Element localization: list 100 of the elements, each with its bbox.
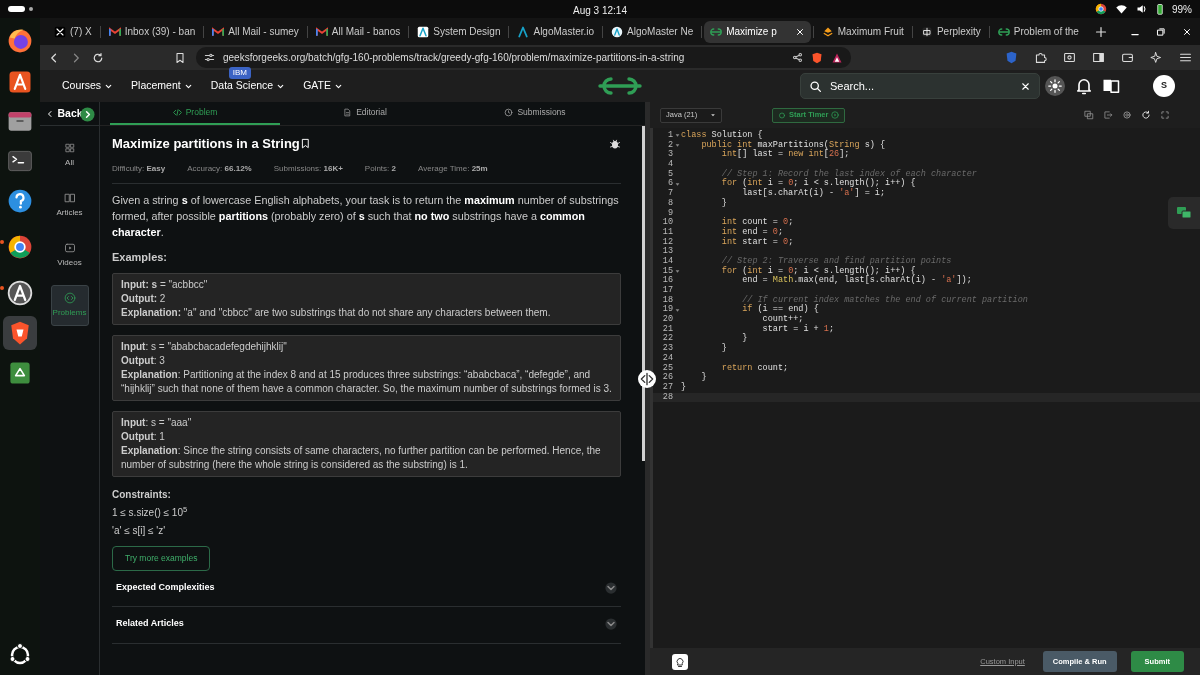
reload-icon[interactable] xyxy=(92,51,104,64)
browser-tab[interactable]: Problem of the xyxy=(991,20,1085,43)
chevron-down-icon xyxy=(605,581,617,594)
search-field[interactable]: Search... xyxy=(828,76,1014,96)
shield-icon[interactable] xyxy=(3,316,37,350)
line-number: 16 xyxy=(661,276,673,286)
wallet-icon[interactable] xyxy=(1121,51,1134,64)
scrollbar[interactable] xyxy=(642,126,645,461)
browser-tab[interactable]: Inbox (39) - ban xyxy=(102,20,202,43)
code-line: if (i == end) { xyxy=(741,305,819,315)
site-icon xyxy=(54,25,66,38)
sidebar-icon[interactable] xyxy=(1092,51,1105,64)
tune-icon[interactable] xyxy=(204,52,215,63)
nav-menu[interactable]: GATE xyxy=(303,78,343,94)
new-tab-icon[interactable] xyxy=(1094,25,1107,38)
search-box[interactable]: Search... xyxy=(800,73,1040,99)
browser-tab[interactable]: AlgoMaster.io xyxy=(511,20,601,43)
browser-tab[interactable]: All Mail - banos xyxy=(309,20,407,43)
line-number: 7 xyxy=(666,189,673,199)
bookmark-icon[interactable] xyxy=(299,138,311,150)
accordion-toggle[interactable]: Related Articles xyxy=(112,607,621,644)
hint-icon[interactable] xyxy=(672,653,688,670)
browser-tab[interactable]: Maximum Fruit xyxy=(815,20,910,43)
fold-icon[interactable] xyxy=(674,133,680,139)
tab[interactable]: Editorial xyxy=(280,102,450,125)
launcher-icon[interactable] xyxy=(8,643,32,667)
clock-text[interactable]: Aug 3 12:14 xyxy=(573,3,627,18)
extensions-icon[interactable] xyxy=(1034,51,1047,64)
bookmark-icon[interactable] xyxy=(174,51,186,64)
close-icon[interactable] xyxy=(1182,26,1192,37)
tab[interactable]: Submissions xyxy=(450,102,620,125)
screenshot-icon[interactable] xyxy=(1063,51,1076,64)
workspace-indicator[interactable] xyxy=(8,5,34,13)
sparkle-icon[interactable] xyxy=(1150,51,1163,64)
browser-tab[interactable]: Perplexity xyxy=(914,20,987,43)
logo-icon[interactable] xyxy=(598,76,642,96)
browser-tab[interactable]: Maximize p xyxy=(704,20,811,43)
site-icon xyxy=(920,25,933,38)
browser-tab[interactable]: AlgoMaster Ne xyxy=(605,20,700,43)
sidebar-item[interactable]: Articles xyxy=(50,185,89,226)
clock-icon xyxy=(504,108,514,117)
copy-icon[interactable] xyxy=(1084,110,1094,120)
share-icon[interactable] xyxy=(792,52,803,63)
avatar[interactable]: S xyxy=(1153,75,1175,97)
address-bar[interactable]: geeksforgeeks.org/batch/gfg-160-problems/track/greedy-gfg-160/problem/maximize-partitions-in-a-string xyxy=(196,47,851,68)
line-number: 1 xyxy=(666,131,673,141)
nav-menu[interactable]: Placement xyxy=(131,78,193,94)
book-icon xyxy=(63,192,76,204)
example-text: Input: s = "acbbcc" xyxy=(121,278,209,292)
section-heading: Constraints: xyxy=(112,488,172,502)
stat-text: Difficulty: Easy xyxy=(112,162,166,175)
battery-text: 99% xyxy=(1172,2,1192,17)
site-icon xyxy=(417,25,430,38)
resize-handle-icon[interactable] xyxy=(638,370,656,388)
code-line: int end = 0; xyxy=(720,227,784,237)
fold-icon[interactable] xyxy=(674,143,680,149)
line-number: 10 xyxy=(661,218,673,228)
accordion-toggle[interactable]: Expected Complexities xyxy=(112,570,621,608)
chat-button[interactable] xyxy=(1168,197,1200,229)
browser-tab[interactable]: All Mail - sumey xyxy=(206,20,305,43)
browser-tab[interactable]: (7) X xyxy=(48,20,98,43)
bell-icon[interactable] xyxy=(1074,76,1094,96)
line-number: 13 xyxy=(661,247,673,257)
fold-icon[interactable] xyxy=(674,307,680,313)
fold-icon[interactable] xyxy=(674,181,680,187)
triangle-icon[interactable] xyxy=(831,51,843,64)
nav-menu[interactable]: Data Science xyxy=(210,78,286,94)
fullscreen-icon[interactable] xyxy=(1160,110,1170,120)
restore-icon[interactable] xyxy=(1156,26,1166,37)
stat-text: Points: 2 xyxy=(364,162,396,175)
theme-toggle-icon[interactable] xyxy=(1045,76,1065,96)
tab[interactable]: Problem xyxy=(110,102,280,125)
code-line: int start = 0; xyxy=(720,237,794,248)
stat-text: Average Time: 25m xyxy=(418,162,488,175)
wifi-icon[interactable] xyxy=(1115,3,1128,15)
fold-icon[interactable] xyxy=(674,268,680,274)
more-examples-button[interactable]: Try more examples xyxy=(112,546,211,571)
line-number: 11 xyxy=(661,227,673,238)
code-line: public int maxPartitions(String s) { xyxy=(700,140,886,150)
nav-menu[interactable]: Courses xyxy=(62,78,114,94)
volume-icon[interactable] xyxy=(1136,3,1148,15)
example-text: Output: 1 xyxy=(121,430,166,444)
battery-icon[interactable] xyxy=(1156,3,1164,15)
export-icon[interactable] xyxy=(1103,110,1113,120)
menu-icon[interactable] xyxy=(1179,51,1192,64)
grid-icon xyxy=(63,142,76,154)
bug-icon[interactable] xyxy=(609,137,621,150)
sidebar-item[interactable]: Problems xyxy=(50,285,89,326)
browser-icon[interactable] xyxy=(1095,3,1107,15)
clear-icon[interactable] xyxy=(1020,80,1031,92)
line-number: 15 xyxy=(661,266,673,276)
document-icon xyxy=(343,108,353,117)
browser-tab[interactable]: System Design xyxy=(411,20,507,43)
sidebar-item[interactable]: Videos xyxy=(50,235,89,276)
sidebar-item[interactable]: All xyxy=(50,135,89,176)
vpn-icon[interactable] xyxy=(1005,51,1018,64)
back-button[interactable]: Back xyxy=(39,102,100,126)
close-icon[interactable] xyxy=(794,26,805,37)
settings-icon[interactable] xyxy=(1122,110,1132,120)
reset-icon[interactable] xyxy=(1141,110,1151,120)
